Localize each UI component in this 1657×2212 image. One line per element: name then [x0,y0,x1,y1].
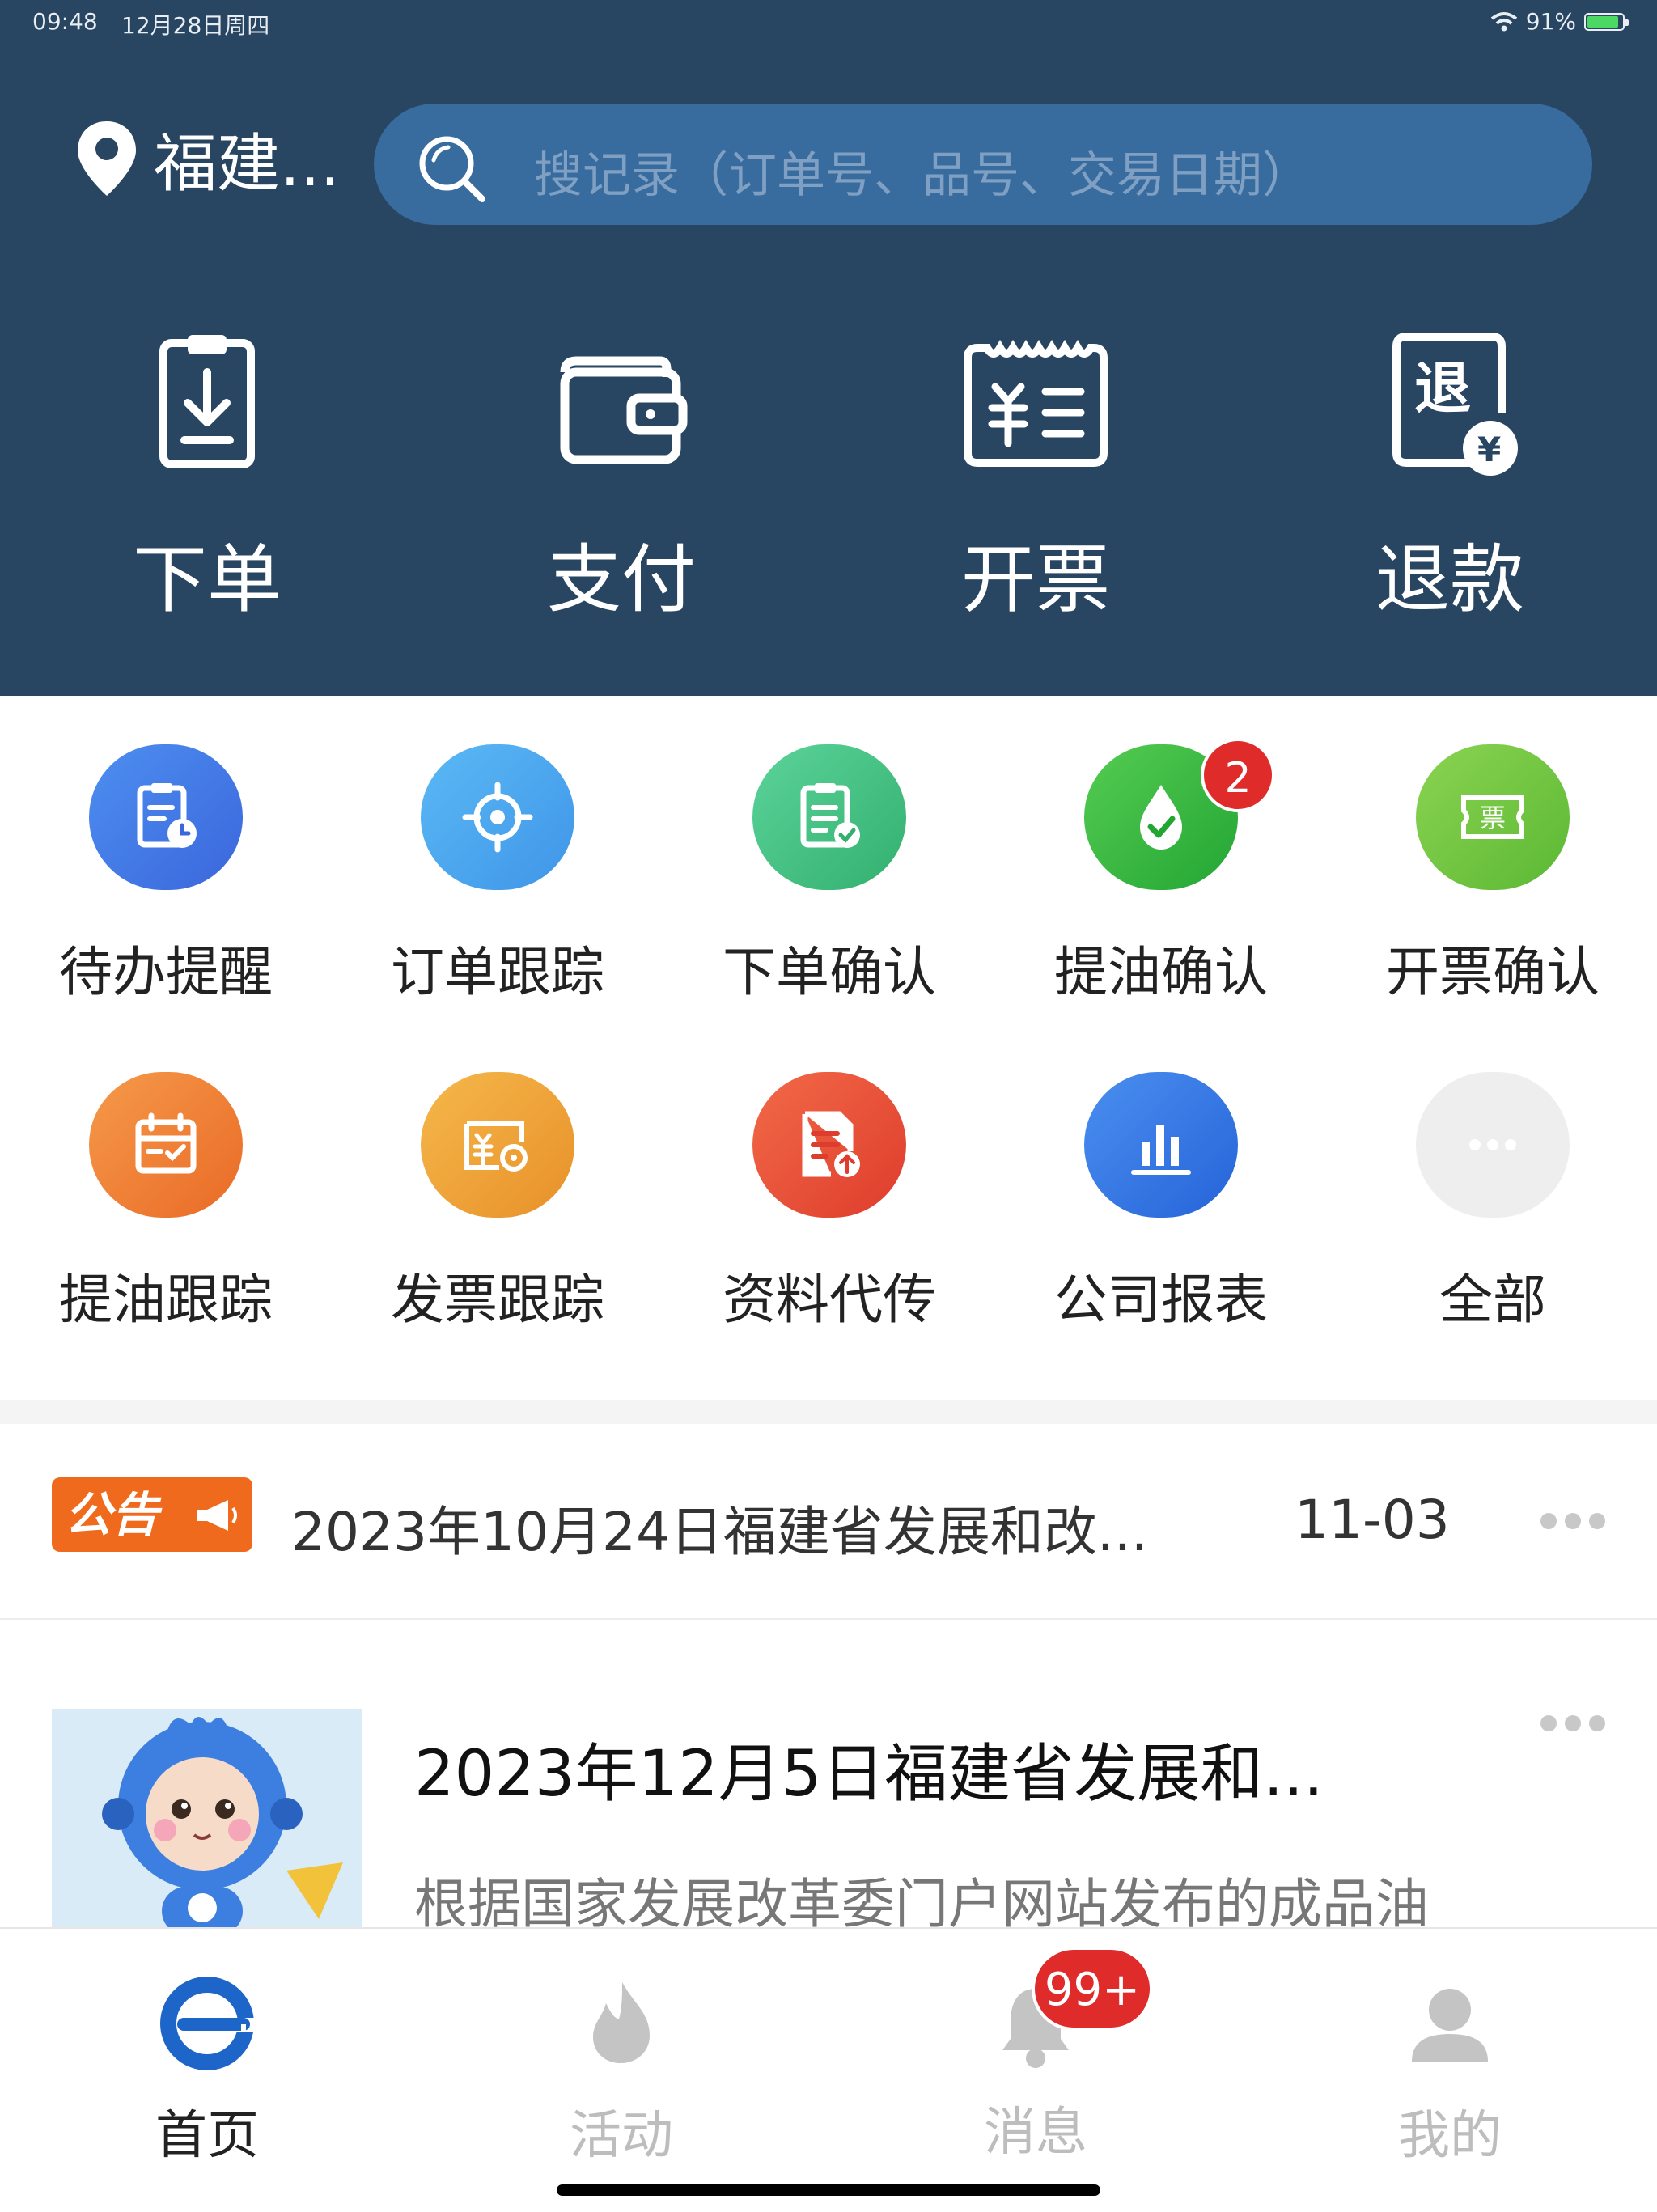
battery-icon [1584,12,1629,31]
order-download-icon [159,335,255,468]
grid-label: 下单确认 [723,941,936,1003]
notice-row[interactable]: 公告 2023年10月24日福建省发展和改... 11-03 [0,1424,1657,1620]
target-icon [421,744,574,890]
svg-text:票: 票 [1480,803,1506,833]
tab-label: 首页 [155,2106,259,2166]
tab-activity[interactable]: 活动 [500,1971,743,2168]
megaphone-icon [197,1500,237,1531]
tab-label: 活动 [570,2106,673,2166]
grid-item-oil-confirm[interactable]: 2 提油确认 [1015,738,1307,1003]
mascot-image [52,1709,362,1927]
action-label: 退款 [1375,536,1524,623]
grid-label: 订单跟踪 [391,941,604,1003]
home-e-icon [160,1977,261,2070]
bell-icon-wrap: 99+ [983,1947,1153,2076]
notice-tag: 公告 [52,1477,252,1552]
status-bar: 09:48 12月28日周四 91% [0,5,1657,40]
svg-text:¥: ¥ [1477,430,1501,469]
action-label: 支付 [546,536,696,623]
article-more-icon[interactable] [1540,1715,1608,1735]
notice-text: 2023年10月24日福建省发展和改... [291,1501,1148,1563]
notice-tag-label: 公告 [65,1487,159,1542]
location-label: 福建... [154,128,341,201]
tab-label: 我的 [1398,2106,1502,2166]
grid-item-doc-upload[interactable]: 资料代传 [684,1072,975,1331]
tab-label: 消息 [984,2103,1087,2163]
wifi-icon [1490,11,1518,31]
grid-label: 发票跟踪 [391,1269,604,1331]
svg-text:退: 退 [1414,355,1471,422]
grid-label: 公司报表 [1054,1269,1268,1331]
document-upload-icon [752,1072,906,1218]
action-pay[interactable]: 支付 [500,324,743,631]
oil-drop-icon: 2 [1084,738,1275,890]
article-title: 2023年12月5日福建省发展和... [414,1738,1324,1811]
grid-item-invoice-track[interactable]: 发票跟踪 [352,1072,643,1331]
flame-icon [593,1982,650,2063]
grid-item-oil-track[interactable]: 提油跟踪 [20,1072,311,1331]
action-invoice[interactable]: 开票 [914,324,1157,631]
grid-label: 资料代传 [723,1269,936,1331]
status-right: 91% [1490,8,1629,35]
news-article[interactable]: 2023年12月5日福建省发展和... 根据国家发展改革委门户网站发布的成品油 [0,1618,1657,1935]
clipboard-check-icon [752,744,906,890]
header: 09:48 12月28日周四 91% 福建... 搜记录（订单号、品号、交易日期… [0,0,1657,696]
section-divider [0,1400,1657,1424]
calendar-check-icon [89,1072,243,1218]
tab-messages[interactable]: 99+ 消息 [914,1947,1157,2165]
grid-label: 提油确认 [1054,941,1268,1003]
location-selector[interactable]: 福建... [74,113,340,204]
status-time: 09:48 [32,8,98,35]
action-label: 开票 [960,536,1110,623]
person-icon [1412,1989,1488,2062]
status-date: 12月28日周四 [121,12,270,39]
battery-percent: 91% [1525,8,1576,35]
tab-home[interactable]: 首页 [86,1971,328,2168]
more-icon [1416,1072,1570,1218]
action-label: 下单 [132,536,282,623]
article-thumbnail [52,1709,362,1927]
grid-item-all[interactable]: 全部 [1347,1072,1638,1331]
search-bar[interactable]: 搜记录（订单号、品号、交易日期） [374,104,1592,225]
refund-icon: 退¥ [1392,333,1518,476]
grid-item-order-confirm[interactable]: 下单确认 [684,744,975,1003]
bar-chart-icon [1084,1072,1238,1218]
notification-badge: 2 [1201,738,1275,812]
invoice-track-icon [421,1072,574,1218]
grid-item-invoice-confirm[interactable]: 票 开票确认 [1347,744,1638,1003]
grid-item-company-report[interactable]: 公司报表 [1015,1072,1307,1331]
action-refund[interactable]: 退 ¥ 退款 [1329,324,1571,631]
search-placeholder: 搜记录（订单号、品号、交易日期） [534,147,1311,204]
notice-date: 11-03 [1295,1489,1450,1551]
tab-bar: 首页 活动 99+ 消息 我的 [0,1927,1657,2212]
invoice-icon [964,339,1108,467]
location-pin-icon [78,121,136,196]
grid-item-order-track[interactable]: 订单跟踪 [352,744,643,1003]
message-badge: 99+ [1032,1947,1153,2031]
search-icon [419,136,485,202]
grid-label: 待办提醒 [59,941,273,1003]
wallet-icon [560,356,688,464]
grid-item-todo[interactable]: 待办提醒 [20,744,311,1003]
tab-profile[interactable]: 我的 [1329,1971,1571,2168]
ticket-icon: 票 [1416,744,1570,890]
grid-label: 开票确认 [1386,941,1600,1003]
action-order[interactable]: 下单 [86,324,328,631]
home-indicator [557,2184,1100,2196]
grid-label: 提油跟踪 [59,1269,273,1331]
grid-label: 全部 [1439,1269,1546,1331]
todo-clipboard-icon [89,744,243,890]
notice-more-icon[interactable] [1540,1513,1608,1532]
